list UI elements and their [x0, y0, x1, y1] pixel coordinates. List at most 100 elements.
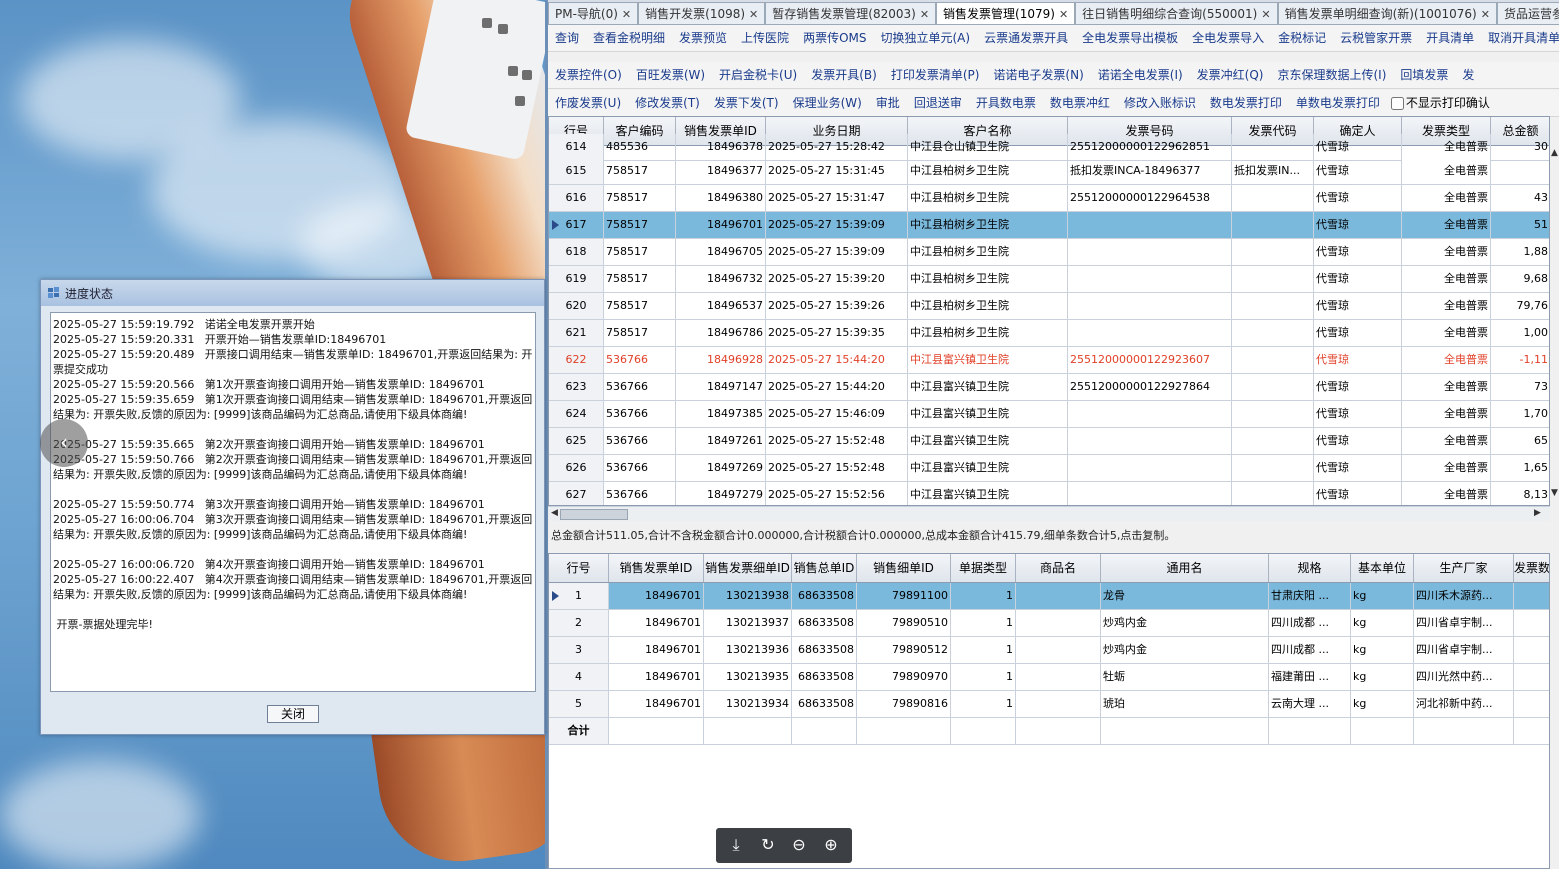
table-row[interactable]: 合计 [549, 718, 1549, 745]
column-header[interactable]: 销售发票细单ID [704, 554, 792, 582]
scroll-up-arrow[interactable]: ▲ [1551, 148, 1558, 158]
tab-1[interactable]: 销售开发票(1098) ✕ [638, 2, 766, 24]
close-tab-icon[interactable]: ✕ [622, 4, 631, 24]
toolbar1-button-12[interactable]: 取消开具清单 [1481, 25, 1559, 51]
prev-arrow-button[interactable]: ‹ [40, 419, 88, 467]
table-cell: 全电普票 [1402, 293, 1491, 319]
toolbar1-button-1[interactable]: 查看金税明细 [586, 25, 672, 51]
toolbar3-button-7[interactable]: 数电票冲红 [1043, 90, 1117, 116]
close-tab-icon[interactable]: ✕ [1481, 4, 1490, 24]
tab-0[interactable]: PM-导航(0) ✕ [548, 2, 639, 24]
summary-text[interactable]: 总金额合计511.05,合计不含税金额合计0.000000,合计税额合计0.00… [548, 526, 1559, 546]
toolbar2-button-3[interactable]: 发票开具(B) [804, 62, 884, 88]
tab-5[interactable]: 销售发票单明细查询(新)(1001076) ✕ [1277, 2, 1497, 24]
detail-grid-header: 行号 销售发票单ID 销售发票细单ID 销售总单ID 销售细单ID 单据类型 商品名 通用名规… [549, 554, 1549, 583]
toolbar2-button-6[interactable]: 诺诺全电发票(I) [1091, 62, 1190, 88]
toolbar3-button-4[interactable]: 审批 [869, 90, 907, 116]
close-button[interactable]: 关闭 [267, 705, 319, 723]
table-row[interactable]: 614 485536 18496378 2025-05-27 15:28:42 中江县仓… [549, 134, 1549, 161]
table-row[interactable]: 5 18496701 130213934 68633508 79890816 1 琥珀 云南大… [549, 691, 1549, 718]
toolbar2-button-7[interactable]: 发票冲红(Q) [1190, 62, 1271, 88]
column-header[interactable]: 行号 [549, 554, 609, 582]
table-row[interactable]: 626 536766 18497269 2025-05-27 15:52:48 中江县富… [549, 455, 1549, 482]
column-header[interactable]: 销售发票单ID [609, 554, 704, 582]
table-row[interactable]: 624 536766 18497385 2025-05-27 15:46:09 中江县富… [549, 401, 1549, 428]
column-header[interactable]: 基本单位 [1351, 554, 1414, 582]
table-cell: 130213935 [704, 664, 792, 690]
toolbar1-button-4[interactable]: 两票传OMS [796, 25, 873, 51]
toolbar3-button-2[interactable]: 发票下发(T) [707, 90, 786, 116]
toolbar1-button-0[interactable]: 查询 [548, 25, 586, 51]
table-row[interactable]: 617 758517 18496701 2025-05-27 15:39:09 中江县柏… [549, 212, 1549, 239]
close-tab-icon[interactable]: ✕ [920, 4, 929, 24]
toolbar2-button-4[interactable]: 打印发票清单(P) [884, 62, 987, 88]
close-tab-icon[interactable]: ✕ [1261, 4, 1270, 24]
scroll-down-arrow[interactable]: ▼ [1551, 488, 1558, 498]
table-cell: 全电普票 [1402, 428, 1491, 454]
column-header[interactable]: 销售细单ID [857, 554, 951, 582]
toolbar1-button-9[interactable]: 金税标记 [1271, 25, 1333, 51]
table-row[interactable]: 621 758517 18496786 2025-05-27 15:39:35 中江县柏… [549, 320, 1549, 347]
table-row[interactable]: 4 18496701 130213935 68633508 79890970 1 牡蛎 福建莆… [549, 664, 1549, 691]
table-row[interactable]: 618 758517 18496705 2025-05-27 15:39:09 中江县柏… [549, 239, 1549, 266]
toolbar3-button-6[interactable]: 开具数电票 [969, 90, 1043, 116]
table-row[interactable]: 3 18496701 130213936 68633508 79890512 1 炒鸡内金四… [549, 637, 1549, 664]
close-tab-icon[interactable]: ✕ [749, 4, 758, 24]
column-header[interactable]: 销售总单ID [792, 554, 857, 582]
download-icon[interactable]: ⤓ [725, 834, 747, 856]
table-row[interactable]: 620 758517 18496537 2025-05-27 15:39:26 中江县柏… [549, 293, 1549, 320]
horizontal-scrollbar[interactable]: ◀ ▶ [548, 506, 1550, 521]
toolbar3-button-0[interactable]: 作废发票(U) [548, 90, 628, 116]
toolbar2-button-0[interactable]: 发票控件(O) [548, 62, 629, 88]
toolbar2-button-5[interactable]: 诺诺电子发票(N) [986, 62, 1090, 88]
toolbar2-button-1[interactable]: 百旺发票(W) [629, 62, 712, 88]
zoom-in-icon[interactable]: ⊕ [820, 834, 842, 856]
toolbar1-button-3[interactable]: 上传医院 [734, 25, 796, 51]
hide-print-confirm-checkbox[interactable] [1390, 97, 1404, 110]
toolbar1-button-10[interactable]: 云税管家开票 [1333, 25, 1419, 51]
table-row[interactable]: 619 758517 18496732 2025-05-27 15:39:20 中江县柏… [549, 266, 1549, 293]
tab-3[interactable]: 销售发票管理(1079) ✕ [936, 2, 1076, 24]
progress-log[interactable]: 2025-05-27 15:59:19.792 诺诺全电发票开票开始 2025-0… [50, 312, 536, 692]
table-cell [1514, 637, 1549, 663]
close-tab-icon[interactable]: ✕ [1059, 4, 1068, 24]
toolbar2-button-8[interactable]: 京东保理数据上传(I) [1270, 62, 1393, 88]
toolbar2-button-2[interactable]: 开启金税卡(U) [712, 62, 804, 88]
toolbar1-button-11[interactable]: 开具清单 [1419, 25, 1481, 51]
column-header[interactable]: 规格 [1269, 554, 1351, 582]
tab-6[interactable]: 货品运营参数设置 [1496, 2, 1559, 24]
toolbar3-button-9[interactable]: 数电发票打印 [1203, 90, 1289, 116]
tab-4[interactable]: 往日销售明细综合查询(550001) ✕ [1075, 2, 1278, 24]
toolbar1-button-2[interactable]: 发票预览 [672, 25, 734, 51]
toolbar3-button-8[interactable]: 修改入账标识 [1117, 90, 1203, 116]
toolbar1-button-6[interactable]: 云票通发票开具 [977, 25, 1075, 51]
tab-2[interactable]: 暂存销售发票管理(82003) ✕ [765, 2, 937, 24]
toolbar2-button-10[interactable]: 发 [1455, 62, 1481, 88]
column-header[interactable]: 发票数 [1514, 554, 1549, 582]
toolbar1-button-5[interactable]: 切换独立单元(A) [873, 25, 977, 51]
toolbar1-button-7[interactable]: 全电发票导出模板 [1075, 25, 1185, 51]
rotate-icon[interactable]: ↻ [757, 834, 779, 856]
table-cell: 30 [1491, 134, 1549, 160]
toolbar2-button-9[interactable]: 回填发票 [1393, 62, 1455, 88]
column-header[interactable]: 生产厂家 [1414, 554, 1514, 582]
toolbar1-button-8[interactable]: 全电发票导入 [1185, 25, 1271, 51]
dialog-title-bar[interactable]: 进度状态 [41, 280, 544, 306]
table-row[interactable]: 623 536766 18497147 2025-05-27 15:44:20 中江县富… [549, 374, 1549, 401]
table-row[interactable]: 622 536766 18496928 2025-05-27 15:44:20 中江县富… [549, 347, 1549, 374]
table-row[interactable]: 627 536766 18497279 2025-05-27 15:52:56 中江县富… [549, 482, 1549, 505]
column-header[interactable]: 商品名 [1016, 554, 1101, 582]
toolbar3-button-5[interactable]: 回退送审 [907, 90, 969, 116]
table-row[interactable]: 625 536766 18497261 2025-05-27 15:52:48 中江县富… [549, 428, 1549, 455]
toolbar3-button-10[interactable]: 单数电发票打印 [1289, 90, 1387, 116]
table-row[interactable]: 1 18496701 130213938 68633508 79891100 1 龙骨 甘肃庆… [549, 583, 1549, 610]
toolbar3-button-3[interactable]: 保理业务(W) [786, 90, 869, 116]
zoom-out-icon[interactable]: ⊖ [788, 834, 810, 856]
table-row[interactable]: 615 758517 18496377 2025-05-27 15:31:45 中江县柏… [549, 158, 1549, 185]
toolbar3-button-1[interactable]: 修改发票(T) [628, 90, 707, 116]
log-line: 开票-票据处理完毕! [53, 618, 153, 631]
table-row[interactable]: 2 18496701 130213937 68633508 79890510 1 炒鸡内金四… [549, 610, 1549, 637]
column-header[interactable]: 单据类型 [951, 554, 1016, 582]
column-header[interactable]: 通用名 [1101, 554, 1269, 582]
table-row[interactable]: 616 758517 18496380 2025-05-27 15:31:47 中江县柏… [549, 185, 1549, 212]
